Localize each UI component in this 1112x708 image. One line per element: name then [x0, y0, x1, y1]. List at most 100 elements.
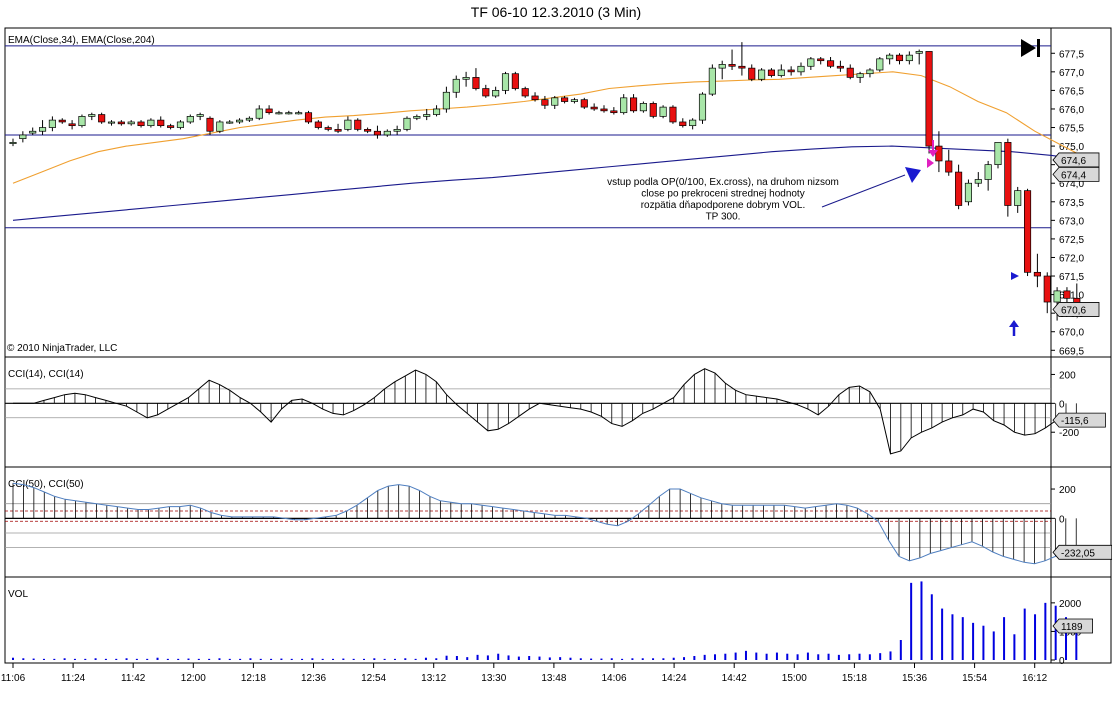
candle-body	[610, 110, 618, 114]
volume-bar	[744, 650, 747, 660]
candle-body	[964, 182, 973, 203]
volume-bar	[414, 658, 417, 660]
candle-body	[974, 179, 982, 184]
y-tick-label: 672,5	[1059, 235, 1084, 246]
candle-body	[48, 119, 56, 128]
candle-body	[511, 73, 519, 89]
y-tick-label: 673,5	[1059, 198, 1084, 209]
y-tick-label: 677,0	[1059, 68, 1084, 79]
candle-body	[797, 65, 805, 73]
x-tick-label: 15:00	[782, 673, 807, 684]
candle-body	[167, 125, 175, 128]
volume-bar	[280, 658, 283, 660]
candle-body	[669, 106, 677, 123]
candle-body	[324, 127, 332, 130]
candle-body	[1004, 142, 1012, 206]
candle-body	[68, 123, 76, 127]
volume-bar	[466, 657, 469, 660]
candle-body	[393, 129, 401, 132]
skip-to-end-bar-icon[interactable]	[1037, 39, 1040, 57]
x-tick-label: 11:24	[61, 673, 86, 684]
candle-body	[738, 65, 746, 69]
x-tick-label: 13:30	[481, 673, 506, 684]
volume-bar	[342, 658, 345, 660]
volume-bar	[548, 657, 551, 660]
volume-bar	[621, 658, 624, 660]
volume-bar	[218, 658, 221, 660]
volume-bar	[786, 653, 789, 660]
candle-body	[38, 127, 47, 132]
volume-bar	[734, 652, 737, 660]
skip-to-end-icon[interactable]	[1021, 39, 1036, 57]
candle-body	[245, 117, 253, 121]
candle-body	[876, 58, 884, 71]
y-tick-label: 675,5	[1059, 124, 1084, 135]
volume-bar	[817, 654, 820, 660]
y-tick-label: 0	[1059, 399, 1065, 410]
candle-body	[807, 58, 815, 67]
candle-body	[679, 121, 687, 127]
candle-body	[472, 77, 480, 89]
x-tick-label: 15:18	[842, 673, 867, 684]
volume-bar	[383, 658, 386, 660]
candle-body	[521, 88, 529, 97]
candle-body	[403, 117, 411, 130]
candle-body	[620, 97, 628, 114]
volume-bar	[321, 658, 324, 660]
volume-bar	[290, 658, 293, 660]
candle-body	[413, 116, 421, 119]
candle-body	[925, 51, 933, 147]
chart-canvas[interactable]: EMA(Close,34), EMA(Close,204) © 2010 Ninj…	[0, 0, 1112, 708]
price-last-label-close-text: 670,6	[1061, 305, 1086, 316]
volume-bar	[920, 581, 923, 660]
volume-bar	[156, 657, 159, 660]
volume-bar	[63, 658, 66, 660]
candle-body	[442, 91, 450, 110]
x-tick-label: 14:42	[722, 673, 747, 684]
candle-body	[1023, 190, 1032, 273]
volume-bar	[197, 658, 200, 660]
x-tick-label: 12:00	[181, 673, 206, 684]
price-last-label-ema34-text: 674,4	[1061, 170, 1086, 181]
y-tick-label: -200	[1059, 428, 1079, 439]
volume-bar	[775, 652, 778, 660]
y-tick-label: 676,5	[1059, 86, 1084, 97]
volume-bar	[910, 582, 913, 660]
volume-bar	[22, 658, 25, 660]
cci14-line	[13, 368, 1077, 455]
volume-bar	[641, 658, 644, 660]
volume-bar	[889, 651, 892, 660]
volume-bar	[249, 658, 252, 660]
volume-bar	[373, 658, 376, 660]
candle-body	[462, 77, 470, 80]
cci50-last-label-text: -232,05	[1061, 548, 1095, 559]
candle-body	[629, 97, 638, 112]
volume-bar	[42, 658, 45, 660]
candle-body	[905, 54, 913, 62]
small-marker-icon	[1011, 272, 1019, 280]
volume-bar	[177, 658, 180, 660]
candle-body	[364, 129, 372, 132]
candle-body	[551, 97, 559, 106]
candle-body	[196, 114, 204, 117]
candle-body	[78, 116, 86, 127]
candle-body	[728, 64, 736, 67]
volume-bar	[393, 658, 396, 660]
candle-body	[354, 119, 362, 130]
candle-body	[866, 69, 874, 75]
candle-body	[452, 78, 460, 93]
volume-bar	[941, 608, 944, 660]
candle-body	[88, 114, 96, 117]
y-tick-label: 2000	[1059, 599, 1082, 610]
volume-bar	[1034, 614, 1037, 660]
candle-body	[216, 121, 224, 132]
candle-body	[649, 103, 657, 117]
y-tick-label: 673,0	[1059, 216, 1084, 227]
volume-bar	[538, 656, 541, 660]
volume-bar	[497, 653, 500, 660]
x-tick-label: 11:42	[121, 673, 146, 684]
volume-bar	[208, 658, 211, 660]
volume-bar	[982, 625, 985, 660]
candle-body	[344, 119, 352, 130]
candle-body	[895, 54, 904, 62]
